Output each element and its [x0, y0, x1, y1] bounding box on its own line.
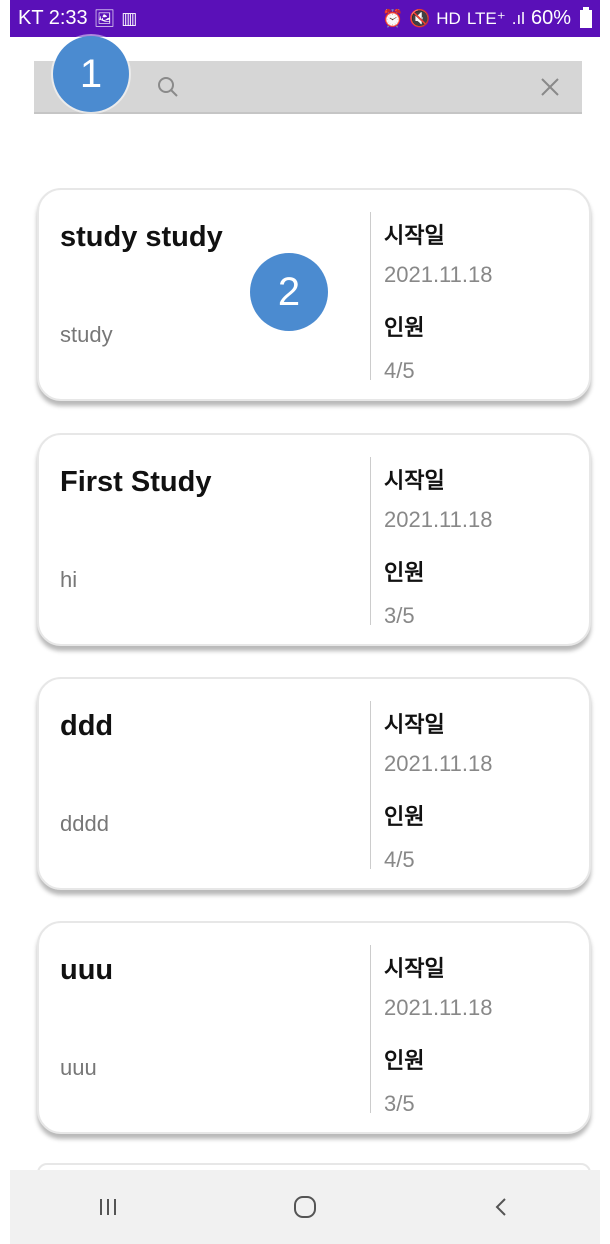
- recent-apps-button[interactable]: [78, 1187, 138, 1227]
- study-card[interactable]: ddd dddd 시작일 2021.11.18 인원 4/5: [37, 677, 591, 890]
- carrier-time: KT 2:33: [18, 7, 88, 29]
- card-description: study: [60, 322, 113, 347]
- system-navigation-bar: [10, 1170, 600, 1244]
- volte-icon: HD: [436, 8, 461, 28]
- search-input[interactable]: [194, 71, 498, 105]
- recent-apps-icon[interactable]: [96, 1195, 120, 1219]
- card-description: uuu: [60, 1055, 97, 1080]
- network-type: LTE⁺: [466, 8, 506, 28]
- start-date-label: 시작일: [384, 223, 445, 248]
- start-date-label: 시작일: [384, 712, 445, 737]
- home-button[interactable]: [275, 1187, 335, 1227]
- alarm-icon: ⏰: [381, 8, 404, 28]
- members-value: 3/5: [384, 603, 415, 628]
- members-label: 인원: [384, 560, 425, 585]
- back-icon[interactable]: [490, 1195, 514, 1219]
- mute-icon: 🔇: [409, 8, 431, 28]
- card-divider: [370, 212, 371, 380]
- start-date-value: 2021.11.18: [384, 507, 493, 532]
- study-card[interactable]: uuu uuu 시작일 2021.11.18 인원 3/5: [37, 921, 591, 1134]
- signal-icon: .ıl: [511, 8, 525, 28]
- start-date-value: 2021.11.18: [384, 751, 493, 776]
- card-title: study study: [60, 221, 223, 253]
- start-date-label: 시작일: [384, 956, 445, 981]
- start-date-value: 2021.11.18: [384, 262, 493, 287]
- members-value: 3/5: [384, 1091, 415, 1116]
- members-label: 인원: [384, 315, 425, 340]
- card-description: dddd: [60, 811, 109, 836]
- screenshot-notification-icon: ▥: [121, 8, 138, 28]
- status-left: KT 2:33 🖼 ▥: [18, 7, 137, 30]
- search-icon[interactable]: [156, 75, 180, 99]
- status-right: ⏰ 🔇 HD LTE⁺ .ıl 60%: [381, 6, 592, 30]
- annotation-marker: 1: [53, 36, 129, 112]
- gallery-notification-icon: 🖼: [93, 8, 116, 28]
- card-description: hi: [60, 567, 78, 592]
- start-date-value: 2021.11.18: [384, 995, 493, 1020]
- card-title: ddd: [60, 710, 114, 742]
- card-divider: [370, 945, 371, 1113]
- members-value: 4/5: [384, 358, 415, 383]
- card-divider: [370, 701, 371, 869]
- members-label: 인원: [384, 804, 425, 829]
- card-divider: [370, 457, 371, 625]
- study-card[interactable]: First Study hi 시작일 2021.11.18 인원 3/5: [37, 433, 591, 646]
- annotation-marker: 2: [250, 253, 328, 331]
- members-label: 인원: [384, 1048, 425, 1073]
- back-button[interactable]: [472, 1187, 532, 1227]
- card-title: uuu: [60, 954, 114, 986]
- battery-icon: [580, 6, 592, 28]
- status-bar: KT 2:33 🖼 ▥ ⏰ 🔇 HD LTE⁺ .ıl 60%: [10, 0, 600, 37]
- start-date-label: 시작일: [384, 468, 445, 493]
- card-title: First Study: [60, 466, 212, 498]
- home-icon[interactable]: [292, 1194, 318, 1220]
- close-icon[interactable]: [538, 75, 562, 99]
- members-value: 4/5: [384, 847, 415, 872]
- battery-percent: 60%: [530, 7, 571, 29]
